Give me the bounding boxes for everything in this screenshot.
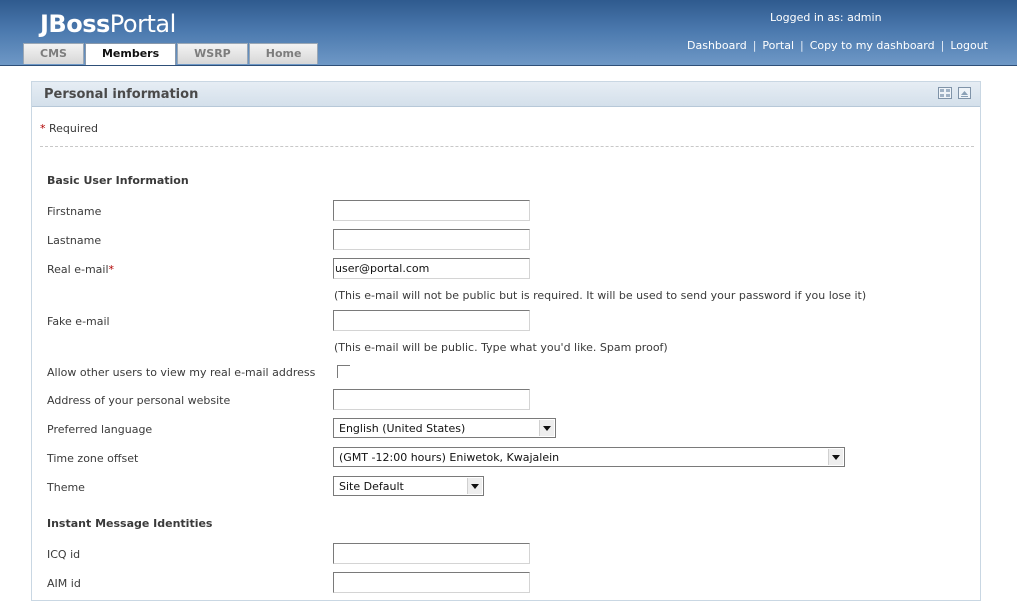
tab-wsrp[interactable]: WSRP — [177, 43, 248, 64]
portal-link[interactable]: Portal — [762, 39, 794, 52]
aim-label: AIM id — [47, 577, 81, 590]
theme-select[interactable]: Site Default — [333, 476, 484, 496]
portal-header: JBossPortal Logged in as: admin Dashboar… — [0, 0, 1017, 66]
tab-cms[interactable]: CMS — [23, 43, 84, 64]
dashed-divider — [40, 146, 974, 147]
portlet-title-bar: Personal information — [32, 82, 980, 107]
required-label: Required — [49, 122, 98, 135]
lastname-input[interactable] — [333, 229, 530, 250]
website-label: Address of your personal website — [47, 394, 231, 407]
language-selected-value: English (United States) — [339, 422, 466, 435]
tab-home[interactable]: Home — [248, 43, 319, 64]
aim-input[interactable] — [333, 572, 530, 593]
required-star: * — [40, 122, 46, 135]
chevron-down-icon[interactable] — [467, 478, 482, 494]
firstname-label: Firstname — [47, 205, 102, 218]
allow-view-email-checkbox[interactable] — [337, 365, 350, 378]
im-identities-heading: Instant Message Identities — [47, 517, 213, 530]
real-email-label: Real e-mail* — [47, 263, 114, 276]
portlet-title: Personal information — [44, 87, 199, 102]
language-select[interactable]: English (United States) — [333, 418, 556, 438]
tab-members[interactable]: Members — [84, 43, 177, 65]
required-note: * Required — [40, 122, 98, 135]
chevron-down-icon[interactable] — [539, 420, 554, 436]
logout-link[interactable]: Logout — [950, 39, 988, 52]
lastname-label: Lastname — [47, 234, 102, 247]
copy-to-dashboard-link[interactable]: Copy to my dashboard — [810, 39, 935, 52]
jboss-portal-logo[interactable]: JBossPortal — [40, 10, 176, 38]
website-input[interactable] — [333, 389, 530, 410]
minimize-icon[interactable] — [958, 87, 971, 99]
real-email-input[interactable] — [333, 258, 530, 279]
icq-label: ICQ id — [47, 548, 81, 561]
timezone-label: Time zone offset — [47, 452, 139, 465]
link-separator: | — [800, 39, 804, 52]
required-star: * — [108, 263, 115, 276]
firstname-input[interactable] — [333, 200, 530, 221]
maximize-icon[interactable] — [938, 87, 952, 99]
language-label: Preferred language — [47, 423, 153, 436]
theme-selected-value: Site Default — [339, 480, 404, 493]
real-email-hint: (This e-mail will not be public but is r… — [334, 289, 867, 302]
fake-email-hint: (This e-mail will be public. Type what y… — [334, 341, 668, 354]
allow-view-email-label: Allow other users to view my real e-mail… — [47, 366, 316, 379]
real-email-label-text: Real e-mail — [47, 263, 109, 276]
link-separator: | — [940, 39, 945, 52]
logged-in-status: Logged in as: admin — [770, 11, 882, 24]
chevron-down-icon[interactable] — [828, 449, 843, 465]
main-tabs: CMS Members WSRP Home — [23, 43, 319, 65]
theme-label: Theme — [47, 481, 85, 494]
basic-info-heading: Basic User Information — [47, 174, 189, 187]
dashboard-link[interactable]: Dashboard — [687, 39, 747, 52]
top-nav-links: Dashboard | Portal | Copy to my dashboard | Lo… — [687, 39, 988, 52]
fake-email-label: Fake e-mail — [47, 315, 110, 328]
icq-input[interactable] — [333, 543, 530, 564]
fake-email-input[interactable] — [333, 310, 530, 331]
timezone-selected-value: (GMT -12:00 hours) Eniwetok, Kwajalein — [339, 451, 560, 464]
link-separator: | — [752, 39, 757, 52]
timezone-select[interactable]: (GMT -12:00 hours) Eniwetok, Kwajalein — [333, 447, 845, 467]
personal-information-portlet: Personal information * Required Basic Us… — [31, 81, 981, 601]
